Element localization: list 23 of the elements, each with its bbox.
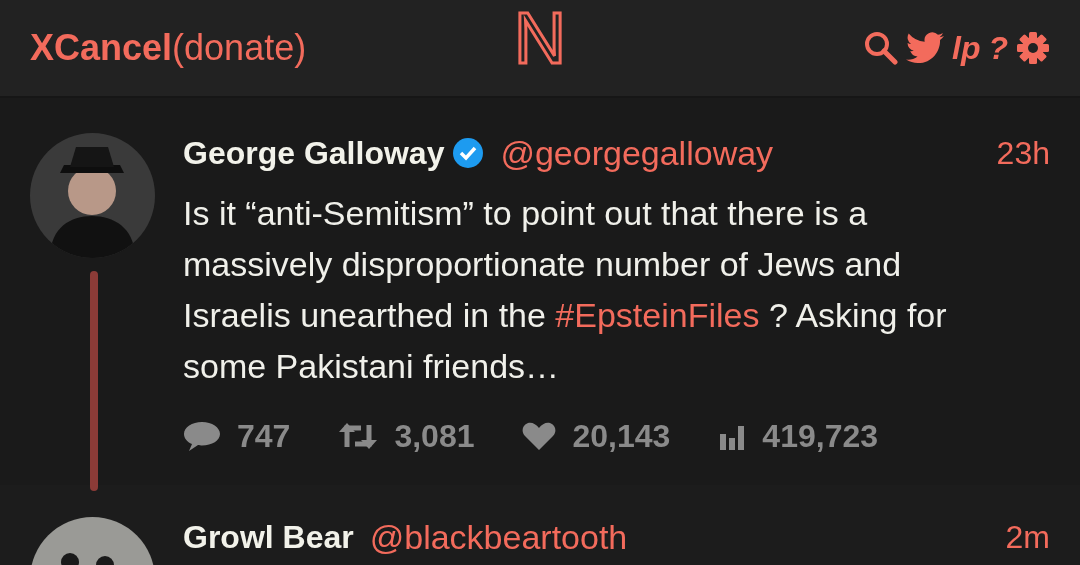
- author-name[interactable]: George Galloway: [183, 129, 445, 177]
- speech-bubble-icon[interactable]: [183, 420, 221, 452]
- tweet-text: Is it “anti-Semitism” to point out that there is a massively disproportionate number of Jews and Israelis unearthed in the #EpsteinFiles ? Asking for some Pakistani friends…: [183, 193, 948, 387]
- tweet-time[interactable]: 2m: [1005, 513, 1050, 561]
- search-icon[interactable]: [864, 31, 898, 65]
- logo[interactable]: N: [514, 2, 566, 74]
- help-link[interactable]: ?: [988, 32, 1008, 64]
- heart-icon[interactable]: [522, 421, 557, 451]
- retweet-icon[interactable]: [338, 421, 379, 451]
- author-handle[interactable]: @georgegalloway: [500, 127, 774, 179]
- bird-icon[interactable]: [906, 32, 944, 64]
- donate-link[interactable]: (donate): [172, 21, 307, 75]
- like-count: 20,143: [572, 417, 671, 456]
- reply-count: 747: [237, 417, 291, 456]
- views-count: 419,723: [762, 417, 878, 456]
- author-name[interactable]: Growl Bear: [183, 513, 354, 561]
- settings-icon[interactable]: [1016, 31, 1050, 65]
- tweet-time[interactable]: 23h: [996, 129, 1050, 177]
- hashtag-link[interactable]: #EpsteinFiles: [555, 296, 760, 334]
- help-link[interactable]: lp: [952, 32, 981, 64]
- retweet-count: 3,081: [394, 417, 475, 456]
- author-handle[interactable]: @blackbeartooth: [369, 511, 628, 563]
- brand-link[interactable]: XCancel: [30, 21, 173, 75]
